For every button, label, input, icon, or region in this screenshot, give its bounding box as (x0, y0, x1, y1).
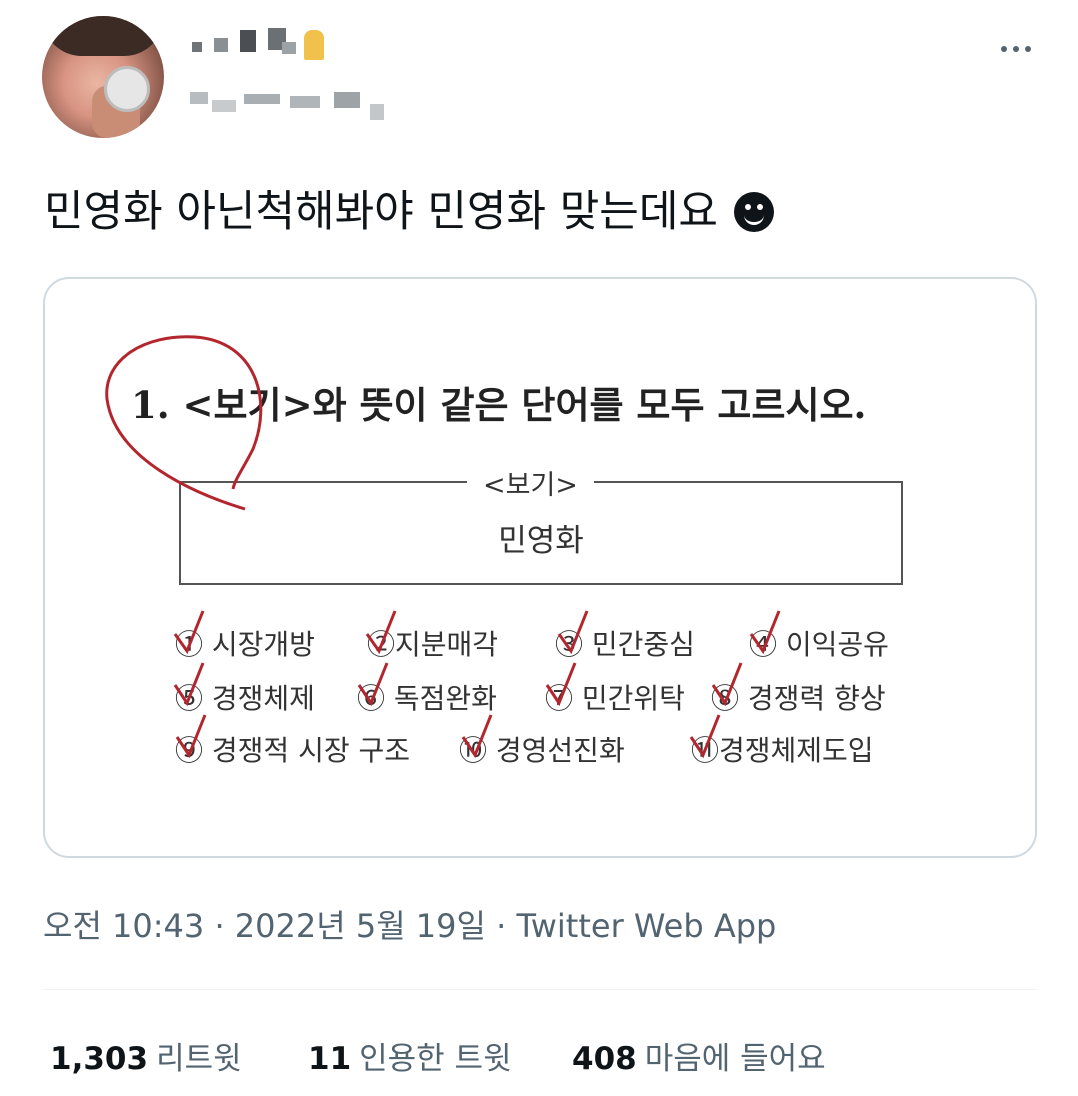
quiz-option: ②지분매각 (367, 628, 499, 661)
quiz-option: ⑨ 경쟁적 시장 구조 (175, 734, 411, 767)
retweets-stat[interactable]: 1,303 리트윗 (50, 1033, 242, 1078)
quiz-option: ⑦ 민간위탁 (545, 682, 685, 715)
example-box-title: <보기> (467, 463, 594, 502)
divider (43, 989, 1037, 990)
smiling-face-icon (733, 192, 774, 232)
quiz-option: ① 시장개방 (175, 628, 315, 661)
more-dot (1001, 46, 1007, 52)
likes-label: 마음에 들어요 (644, 1041, 826, 1077)
tweet-timestamp[interactable]: 오전 10:43 · 2022년 5월 19일 · Twitter Web Ap… (43, 901, 776, 947)
likes-count: 408 (572, 1041, 637, 1077)
quiz-option: ④ 이익공유 (749, 628, 889, 661)
quotes-count: 11 (308, 1041, 352, 1077)
quiz-option: ⑪경쟁체제도입 (691, 734, 874, 767)
more-dot (1025, 46, 1031, 52)
retweets-count: 1,303 (50, 1041, 149, 1077)
example-box-word: 민영화 (498, 523, 584, 559)
tweet-text-content: 민영화 아닌척해봐야 민영화 맞는데요 (44, 187, 718, 237)
quiz-option: ⑤ 경쟁체제 (175, 682, 315, 715)
quiz-option: ⑥ 독점완화 (357, 682, 497, 715)
quotes-label: 인용한 트윗 (359, 1041, 512, 1077)
avatar-hair (42, 16, 164, 56)
quotes-stat[interactable]: 11 인용한 트윗 (308, 1033, 512, 1078)
tweet-text: 민영화 아닌척해봐야 민영화 맞는데요 (44, 184, 774, 240)
retweets-label: 리트윗 (156, 1041, 242, 1077)
likes-stat[interactable]: 408 마음에 들어요 (572, 1033, 826, 1078)
example-box: <보기> 민영화 (179, 463, 903, 585)
tweet-image-card[interactable]: 1. <보기>와 뜻이 같은 단어를 모두 고르시오. <보기> 민영화 ① 시… (43, 277, 1037, 858)
avatar[interactable] (42, 16, 164, 138)
more-options-icon[interactable] (998, 38, 1034, 60)
avatar-lens (104, 66, 150, 112)
quiz-option: ⑩ 경영선진화 (459, 734, 625, 767)
more-dot (1013, 46, 1019, 52)
quiz-option: ⑧ 경쟁력 향상 (711, 682, 886, 715)
quiz-option: ③ 민간중심 (555, 628, 695, 661)
quiz-question: 1. <보기>와 뜻이 같은 단어를 모두 고르시오. (131, 383, 867, 427)
